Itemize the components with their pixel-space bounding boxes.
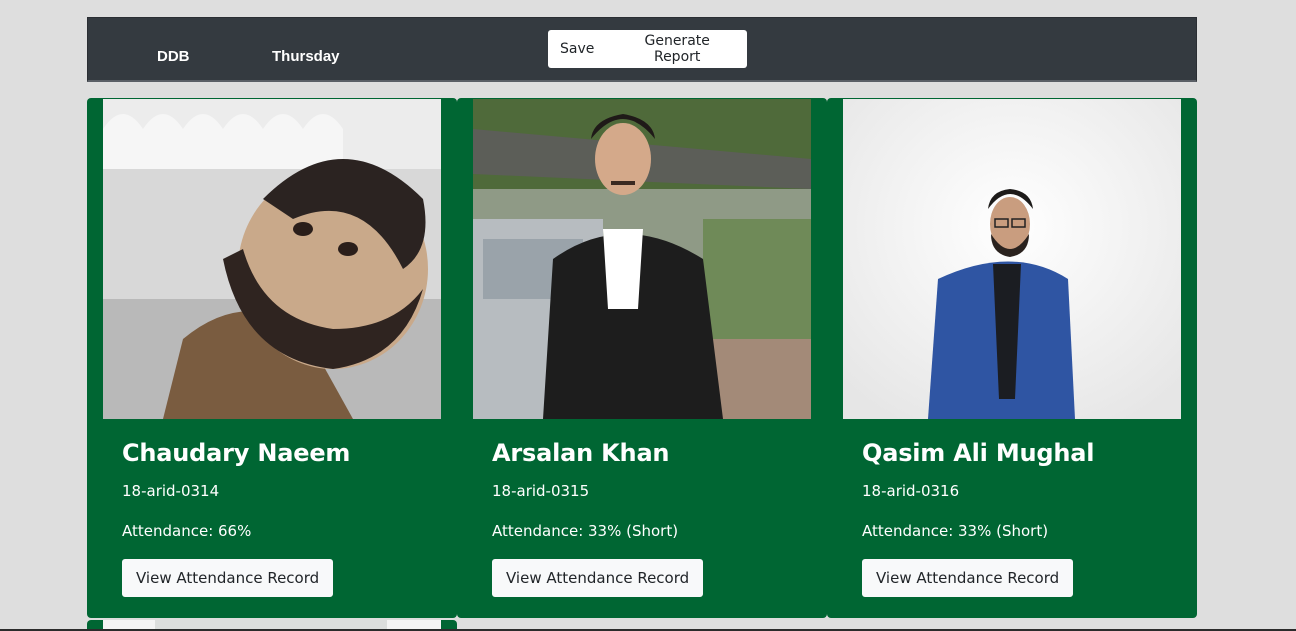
page: DDB Thursday Save Generate Report Chauda…	[0, 0, 1296, 631]
action-button-group: Save Generate Report	[548, 30, 747, 68]
student-card: Qasim Ali Mughal 18-arid-0316 Attendance…	[827, 98, 1197, 618]
save-button[interactable]: Save	[548, 30, 607, 68]
student-photo	[473, 99, 811, 419]
student-name: Chaudary Naeem	[122, 439, 351, 467]
student-photo-image	[843, 99, 1181, 419]
student-photo	[843, 99, 1181, 419]
attendance-text: Attendance: 66%	[122, 522, 252, 540]
student-card: Arsalan Khan 18-arid-0315 Attendance: 33…	[457, 98, 827, 618]
student-card: Chaudary Naeem 18-arid-0314 Attendance: …	[87, 98, 457, 618]
top-navbar: DDB Thursday Save Generate Report	[87, 17, 1197, 82]
view-attendance-record-button[interactable]: View Attendance Record	[122, 559, 334, 597]
attendance-text: Attendance: 33% (Short)	[492, 522, 679, 540]
student-name: Qasim Ali Mughal	[862, 439, 1095, 467]
student-photo	[103, 99, 441, 419]
student-name: Arsalan Khan	[492, 439, 670, 467]
day-label[interactable]: Thursday	[272, 48, 340, 65]
student-roll-number: 18-arid-0315	[492, 482, 590, 500]
student-roll-number: 18-arid-0316	[862, 482, 960, 500]
attendance-text: Attendance: 33% (Short)	[862, 522, 1049, 540]
brand-label[interactable]: DDB	[157, 48, 190, 65]
view-attendance-record-button[interactable]: View Attendance Record	[862, 559, 1074, 597]
generate-report-button[interactable]: Generate Report	[607, 30, 747, 68]
view-attendance-record-button[interactable]: View Attendance Record	[492, 559, 704, 597]
student-photo-image	[473, 99, 811, 419]
student-photo-image	[103, 99, 441, 419]
student-roll-number: 18-arid-0314	[122, 482, 220, 500]
